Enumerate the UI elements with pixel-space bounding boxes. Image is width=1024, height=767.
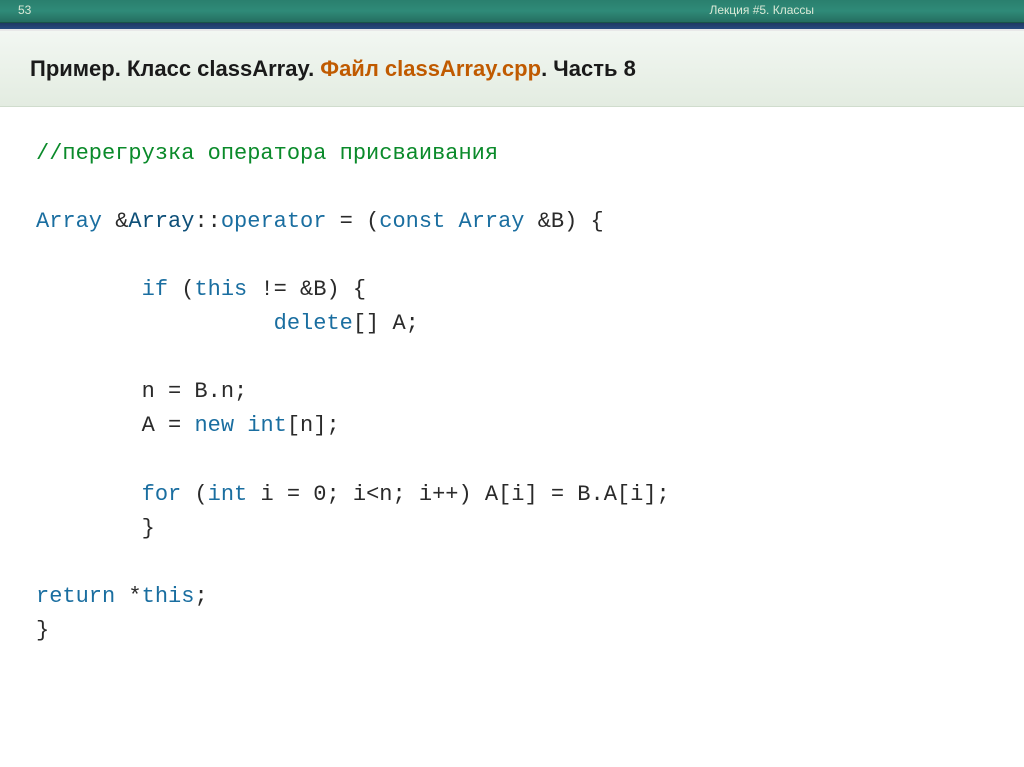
top-bar: 53 Лекция #5. Классы bbox=[0, 0, 1024, 23]
tok: operator bbox=[221, 209, 327, 234]
tok: } bbox=[36, 618, 49, 643]
tok: &B) { bbox=[525, 209, 604, 234]
tok: int bbox=[247, 413, 287, 438]
heading-zone: Пример. Класс classArray. Файл classArra… bbox=[0, 31, 1024, 107]
tok: n = B.n; bbox=[36, 379, 247, 404]
tok bbox=[445, 209, 458, 234]
tok: this bbox=[142, 584, 195, 609]
tok: for bbox=[36, 482, 181, 507]
tok: ( bbox=[181, 482, 207, 507]
tok: * bbox=[115, 584, 141, 609]
heading-part2: . Часть 8 bbox=[541, 56, 636, 81]
tok: new bbox=[194, 413, 234, 438]
slide: 53 Лекция #5. Классы Пример. Класс class… bbox=[0, 0, 1024, 767]
tok: != &B) { bbox=[247, 277, 366, 302]
heading-part1: Пример. Класс classArray. bbox=[30, 56, 320, 81]
tok: = ( bbox=[326, 209, 379, 234]
tok: this bbox=[194, 277, 247, 302]
code-block: //перегрузка оператора присваивания Arra… bbox=[0, 107, 1024, 678]
tok: & bbox=[102, 209, 128, 234]
tok: i = 0; i<n; i++) A[i] = B.A[i]; bbox=[247, 482, 669, 507]
tok: return bbox=[36, 584, 115, 609]
tok: if bbox=[36, 277, 168, 302]
tok: const bbox=[379, 209, 445, 234]
tok bbox=[234, 413, 247, 438]
tok: delete bbox=[36, 311, 353, 336]
tok: } bbox=[36, 516, 155, 541]
tok: [n]; bbox=[287, 413, 340, 438]
tok: Array bbox=[459, 209, 525, 234]
tok: Array bbox=[36, 209, 102, 234]
tok: [] A; bbox=[353, 311, 419, 336]
tok: A = bbox=[36, 413, 194, 438]
slide-number: 53 bbox=[18, 3, 31, 17]
tok: :: bbox=[194, 209, 220, 234]
tok: int bbox=[208, 482, 248, 507]
slide-heading: Пример. Класс classArray. Файл classArra… bbox=[30, 55, 994, 84]
code-comment: //перегрузка оператора присваивания bbox=[36, 141, 498, 166]
tok: ; bbox=[194, 584, 207, 609]
tok: ( bbox=[168, 277, 194, 302]
heading-accent: Файл classArray.cpp bbox=[320, 56, 541, 81]
tok: Array bbox=[128, 209, 194, 234]
lecture-title: Лекция #5. Классы bbox=[709, 3, 814, 17]
